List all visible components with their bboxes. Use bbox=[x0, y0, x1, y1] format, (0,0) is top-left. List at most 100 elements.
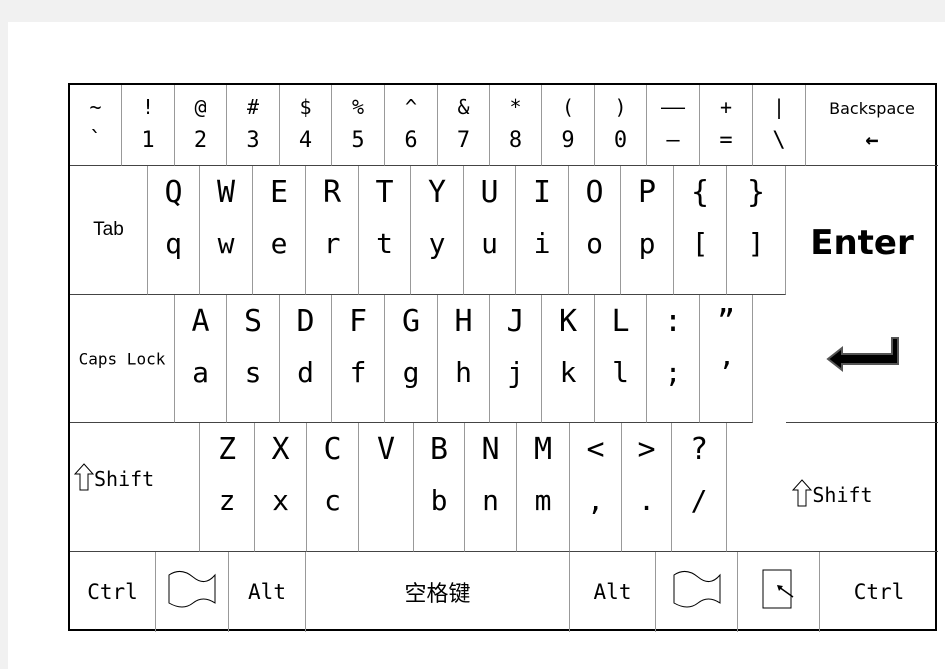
key-label: Alt bbox=[593, 580, 632, 604]
key-base-char: l bbox=[612, 356, 629, 389]
key-r3k10[interactable]: ? / bbox=[672, 423, 727, 552]
key-x[interactable]: Xx bbox=[255, 423, 307, 552]
key-b[interactable]: Bb bbox=[414, 423, 465, 552]
key-base-char: g bbox=[402, 356, 420, 389]
key-label: Shift bbox=[812, 483, 873, 508]
key-a[interactable]: Aa bbox=[175, 295, 227, 423]
key-base-char: i bbox=[533, 227, 551, 260]
key-base-char: . bbox=[638, 484, 655, 517]
key-ctrl[interactable]: Ctrl bbox=[820, 552, 938, 632]
key-base-char: o bbox=[586, 227, 603, 260]
key-e[interactable]: Ee bbox=[253, 166, 306, 295]
key-u[interactable]: Uu bbox=[464, 166, 516, 295]
key-o[interactable]: Oo bbox=[569, 166, 621, 295]
key-base-char: a bbox=[192, 356, 209, 389]
key-base-char: 8 bbox=[508, 128, 523, 153]
key-r0k14[interactable]: Backspace ← bbox=[806, 85, 938, 166]
key-r3k9[interactable]: >. bbox=[622, 423, 672, 552]
key-base-char: – bbox=[666, 128, 680, 153]
menu-key-icon bbox=[759, 569, 799, 616]
key-3[interactable]: #3 bbox=[227, 85, 280, 166]
key-shift-char: ” bbox=[716, 304, 736, 339]
key-v[interactable]: V bbox=[359, 423, 414, 552]
windows-flag-icon bbox=[672, 571, 722, 614]
key-r[interactable]: Rr bbox=[306, 166, 359, 295]
key-7[interactable]: & 7 bbox=[438, 85, 490, 166]
key-label: Enter bbox=[810, 222, 914, 263]
key-9[interactable]: (9 bbox=[542, 85, 595, 166]
key-shift-char: T bbox=[375, 175, 394, 210]
key-r0k13[interactable]: | \ bbox=[753, 85, 806, 166]
key-shift-char: F bbox=[348, 304, 368, 339]
key-6[interactable]: ^ 6 bbox=[385, 85, 438, 166]
key-shift-char: : bbox=[663, 304, 683, 339]
key-shift-char: I bbox=[532, 175, 552, 210]
key-t[interactable]: Tt bbox=[359, 166, 411, 295]
key-z[interactable]: Zz bbox=[200, 423, 255, 552]
key-g[interactable]: Gg bbox=[385, 295, 438, 423]
key-ctrl[interactable]: Ctrl bbox=[70, 552, 156, 632]
key-base-char: b bbox=[430, 484, 448, 517]
key-base-char: 1 bbox=[141, 128, 155, 153]
key-alt[interactable]: Alt bbox=[229, 552, 306, 632]
key-1[interactable]: ! 1 bbox=[122, 85, 175, 166]
key-base-char: z bbox=[218, 484, 236, 517]
key-base-char: r bbox=[323, 227, 341, 260]
key-p[interactable]: Pp bbox=[621, 166, 674, 295]
key-l[interactable]: Ll bbox=[595, 295, 647, 423]
key-8[interactable]: * 8 bbox=[490, 85, 542, 166]
key-s[interactable]: Ss bbox=[227, 295, 280, 423]
key-shift-char: E bbox=[269, 175, 289, 210]
key-r1k12[interactable]: }] bbox=[727, 166, 786, 295]
key-shift-char: U bbox=[480, 175, 499, 210]
key-shift-char: $ bbox=[299, 95, 312, 119]
key-c[interactable]: Cc bbox=[307, 423, 359, 552]
key-label: Alt bbox=[248, 580, 286, 604]
key-shift-char: * bbox=[509, 95, 522, 119]
key-r0k11[interactable]: —— – bbox=[647, 85, 700, 166]
key-base-char: 0 bbox=[613, 128, 628, 153]
key-r2k11[interactable]: ”’ bbox=[700, 295, 753, 423]
key-windows-flag-icon[interactable] bbox=[156, 552, 229, 632]
key-h[interactable]: Hh bbox=[438, 295, 490, 423]
key-i[interactable]: Ii bbox=[516, 166, 569, 295]
key-w[interactable]: Ww bbox=[200, 166, 253, 295]
key-j[interactable]: Jj bbox=[490, 295, 542, 423]
key-enter[interactable]: Enter bbox=[786, 166, 938, 423]
key-windows-flag-icon[interactable] bbox=[656, 552, 738, 632]
key-r2k10[interactable]: :; bbox=[647, 295, 700, 423]
key-base-char: f bbox=[349, 356, 367, 389]
key-0[interactable]: ) 0 bbox=[595, 85, 647, 166]
key-alt[interactable]: Alt bbox=[570, 552, 656, 632]
key-2[interactable]: @2 bbox=[175, 85, 227, 166]
key-n[interactable]: Nn bbox=[465, 423, 517, 552]
key-r0k0[interactable]: ~ ` bbox=[70, 85, 122, 166]
key-f[interactable]: Ff bbox=[332, 295, 385, 423]
page: ~ `! 1 @2 #3 $4% 5 ^ 6 & 7 * 8(9) 0 —— – + = | \ Backspace ← T… bbox=[8, 22, 945, 669]
key-base-char: ; bbox=[664, 356, 682, 389]
key-menu-key-icon[interactable] bbox=[738, 552, 820, 632]
key-base-char: 4 bbox=[298, 128, 313, 153]
key-r3k8[interactable]: <, bbox=[570, 423, 622, 552]
key-shift-char: ! bbox=[141, 95, 155, 119]
key-shift[interactable]: Shift bbox=[727, 423, 938, 552]
key-base-char: ] bbox=[747, 227, 765, 260]
key-shift[interactable]: Shift bbox=[70, 423, 200, 552]
key-caps-lock[interactable]: Caps Lock bbox=[70, 295, 175, 423]
key-r1k11[interactable]: {[ bbox=[674, 166, 727, 295]
key-q[interactable]: Qq bbox=[148, 166, 200, 295]
key-y[interactable]: Yy bbox=[411, 166, 464, 295]
key-tab[interactable]: Tab bbox=[70, 166, 148, 295]
key-k[interactable]: Kk bbox=[542, 295, 595, 423]
key-r0k12[interactable]: + = bbox=[700, 85, 753, 166]
key-base-char: d bbox=[297, 356, 314, 389]
key-5[interactable]: % 5 bbox=[332, 85, 385, 166]
key-4[interactable]: $4 bbox=[280, 85, 332, 166]
key-base-char: q bbox=[165, 227, 182, 260]
key-shift-char: D bbox=[296, 304, 315, 339]
key-r4k3[interactable]: 空格键 bbox=[306, 552, 570, 632]
key-m[interactable]: Mm bbox=[517, 423, 570, 552]
key-label: Ctrl bbox=[87, 580, 138, 604]
key-d[interactable]: Dd bbox=[280, 295, 332, 423]
key-shift-char: J bbox=[506, 304, 525, 339]
